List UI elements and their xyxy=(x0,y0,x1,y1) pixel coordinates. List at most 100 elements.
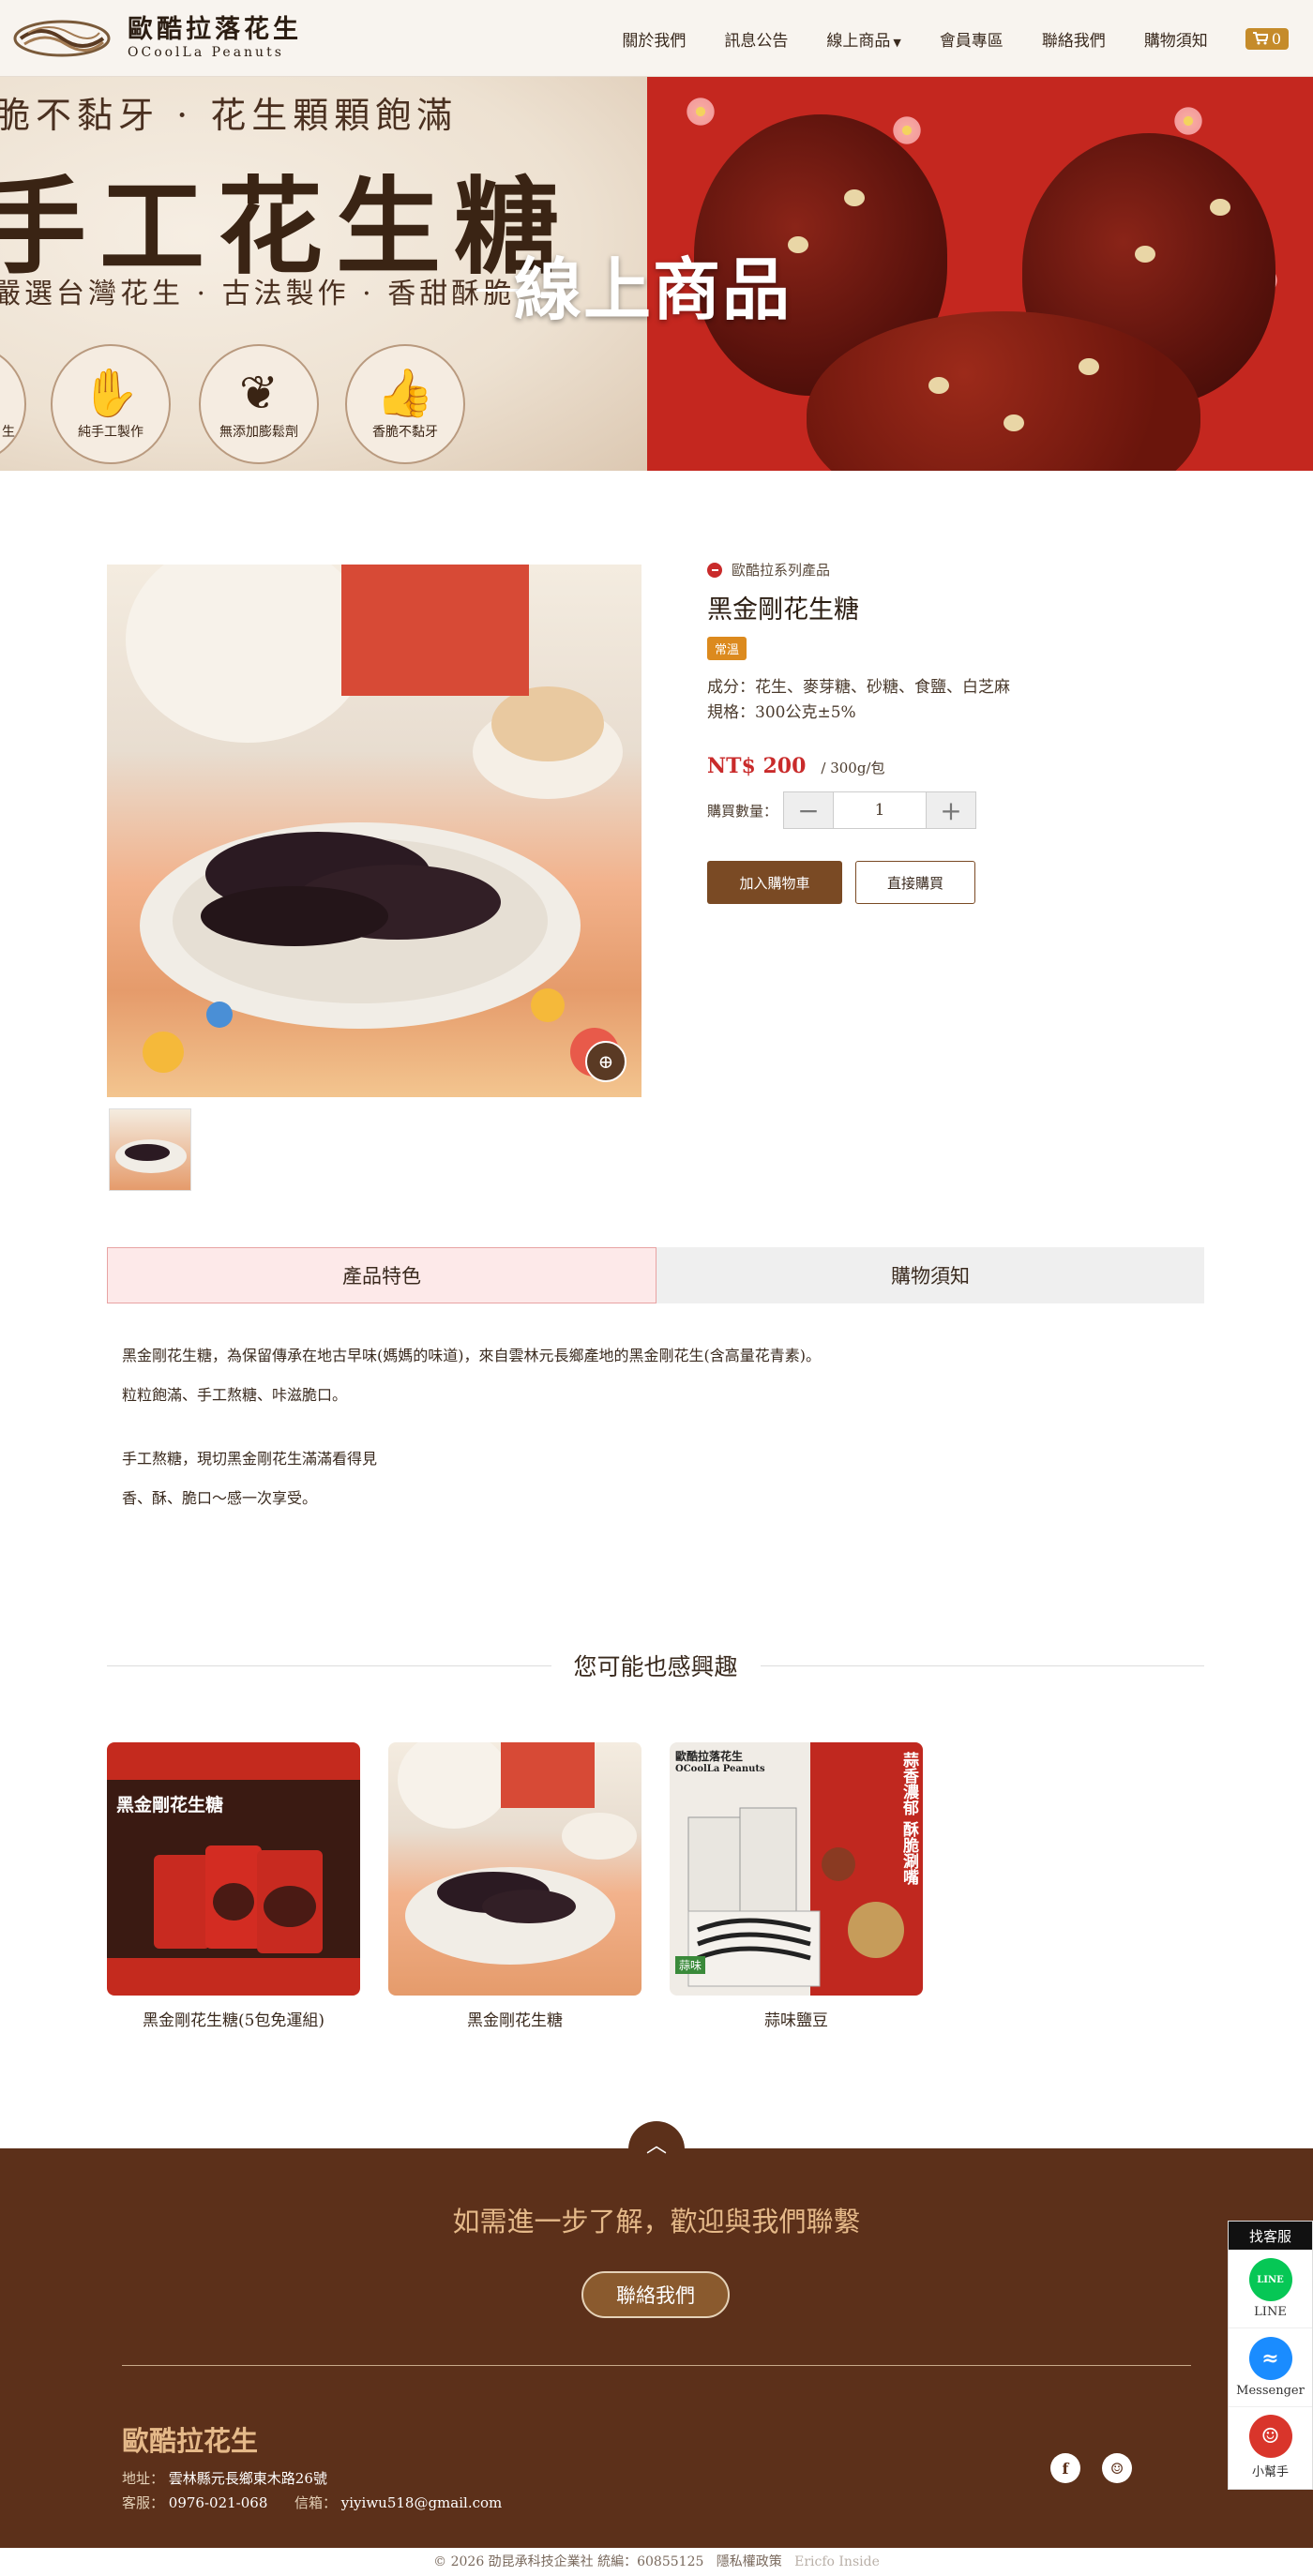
tab-shopping-notice[interactable]: 購物須知 xyxy=(656,1247,1204,1303)
logo-name-cn: 歐酷拉落花生 xyxy=(128,15,302,44)
email-value[interactable]: yiyiwu518@gmail.com xyxy=(341,2494,502,2511)
logo-name-en: OCoolLa Peanuts xyxy=(128,45,284,60)
privacy-link[interactable]: 隱私權政策 xyxy=(717,2554,782,2569)
product-main-image[interactable]: ⊕ xyxy=(107,565,641,1097)
footer-headline: 如需進一步了解，歡迎與我們聯繫 xyxy=(452,2206,861,2237)
badge-label: 純手工製作 xyxy=(78,425,143,440)
facebook-icon[interactable]: f xyxy=(1050,2453,1080,2483)
footer-company-name: 歐酷拉花生 xyxy=(122,2425,259,2457)
product-series[interactable]: 歐酷拉系列產品 xyxy=(707,560,1232,580)
add-to-cart-button[interactable]: 加入購物車 xyxy=(707,861,842,904)
series-label: 歐酷拉系列產品 xyxy=(732,562,831,579)
related-title: 您可能也感興趣 xyxy=(573,1653,738,1680)
divider xyxy=(107,1665,551,1666)
messenger-chat-button[interactable]: ≈ Messenger xyxy=(1229,2328,1312,2407)
product-title: 黑金剛花生糖 xyxy=(707,595,859,625)
widget-title: 找客服 xyxy=(1229,2222,1312,2250)
address-value: 雲林縣元長鄉東木路26號 xyxy=(168,2470,327,2487)
site-logo[interactable]: 歐酷拉落花生 OCoolLa Peanuts xyxy=(13,13,302,64)
banner-badge-crispy: 👍 香脆不黏牙 xyxy=(345,344,465,464)
main-nav: 關於我們 訊息公告 線上商品 ▼ 會員專區 聯絡我們 購物須知 0 xyxy=(583,0,1289,77)
description-line: 粒粒飽滿、手工熬糖、咔滋脆口。 xyxy=(122,1386,348,1404)
card-flavor-tag: 蒜味 xyxy=(675,1956,706,1974)
related-product-image[interactable]: 歐酷拉落花生 OCoolLa Peanuts 蒜香濃郁 酥脆涮嘴 蒜味 xyxy=(670,1742,923,1996)
chevron-up-icon[interactable]: ︿ xyxy=(628,2121,685,2177)
nav-shopping-notice[interactable]: 購物須知 xyxy=(1144,27,1208,51)
zoom-in-icon[interactable]: ⊕ xyxy=(585,1041,626,1082)
related-product-card[interactable]: 歐酷拉落花生 OCoolLa Peanuts 蒜香濃郁 酥脆涮嘴 蒜味 蒜味鹽豆 xyxy=(670,1742,923,2030)
nav-products[interactable]: 線上商品 ▼ xyxy=(826,27,900,51)
quantity-decrease-button[interactable]: − xyxy=(784,792,834,828)
description-line: 手工熬糖，現切黑金剛花生滿滿看得見 xyxy=(122,1450,378,1468)
banner-page-title: 線上商品 xyxy=(514,249,792,329)
related-product-name[interactable]: 黑金剛花生糖(5包免運組) xyxy=(107,2007,360,2030)
product-specs: 成分：花生、麥芽糖、砂糖、食鹽、白芝麻 規格：300公克±5% xyxy=(707,675,1232,726)
page: 歐酷拉落花生 OCoolLa Peanuts 關於我們 訊息公告 線上商品 ▼ 會… xyxy=(0,0,1313,2576)
cart-button[interactable]: 0 xyxy=(1245,27,1289,50)
line-label: LINE xyxy=(1254,2305,1287,2319)
tab-features[interactable]: 產品特色 xyxy=(107,1247,656,1303)
quantity-input[interactable]: 1 xyxy=(833,792,928,828)
product-spec: 規格：300公克±5% xyxy=(707,703,856,722)
product-tabs: 產品特色 購物須知 xyxy=(107,1247,1204,1303)
buy-now-button[interactable]: 直接購買 xyxy=(855,861,975,904)
description-line: 香、酥、脆口～感一次享受。 xyxy=(122,1489,318,1507)
card-slogan: 蒜香濃郁 酥脆涮嘴 xyxy=(899,1752,918,1885)
leaf-icon: ❦ xyxy=(239,366,279,420)
phone-value[interactable]: 0976-021-068 xyxy=(169,2494,268,2511)
banner-slogan: 脆不黏牙 · 花生顆顆飽滿 xyxy=(0,95,459,136)
badge-label: 香脆不黏牙 xyxy=(372,425,438,440)
phone-label: 客服： xyxy=(122,2494,165,2511)
powered-by-link[interactable]: Ericfo Inside xyxy=(794,2554,880,2569)
banner-badge-no-additive: ❦ 無添加膨鬆劑 xyxy=(199,344,319,464)
nav-products-label: 線上商品 xyxy=(826,31,891,51)
divider xyxy=(760,1665,1205,1666)
quantity-row: 購買數量： − 1 + xyxy=(707,791,1232,829)
thumbs-up-icon: 👍 xyxy=(375,366,435,420)
copyright-text: © 2026 劭昆承科技企業社 統編：60855125 xyxy=(433,2554,704,2569)
related-image-caption: 黑金剛花生糖 xyxy=(116,1795,224,1815)
related-product-image[interactable]: 黑金剛花生糖 xyxy=(107,1742,360,1996)
customer-service-widget: 找客服 LINE LINE ≈ Messenger ☺ 小幫手 xyxy=(1228,2221,1313,2490)
nav-news[interactable]: 訊息公告 xyxy=(724,27,788,51)
email-label: 信箱： xyxy=(294,2494,337,2511)
footer-contact-info: 地址： 雲林縣元長鄉東木路26號 客服： 0976-021-068 信箱： yi… xyxy=(122,2466,502,2515)
nav-contact[interactable]: 聯絡我們 xyxy=(1042,27,1106,51)
line-chat-button[interactable]: LINE LINE xyxy=(1229,2250,1312,2328)
cart-icon xyxy=(1252,32,1268,45)
related-product-card[interactable]: 黑金剛花生糖 xyxy=(388,1742,641,2030)
description-line: 黑金剛花生糖，為保留傳承在地古早味(媽媽的味道)，來自雲林元長鄉產地的黑金剛花生… xyxy=(122,1347,821,1364)
nav-member[interactable]: 會員專區 xyxy=(940,27,1004,51)
messenger-icon: ≈ xyxy=(1248,2337,1292,2380)
footer-divider xyxy=(122,2365,1191,2366)
cart-count: 0 xyxy=(1271,29,1281,48)
quantity-stepper: − 1 + xyxy=(783,791,977,829)
price-row: NT$ 200 / 300g/包 xyxy=(707,754,1232,778)
product-thumbnail[interactable] xyxy=(109,1108,191,1191)
related-product-image[interactable] xyxy=(388,1742,641,1996)
quantity-label: 購買數量： xyxy=(707,802,778,820)
related-heading: 您可能也感興趣 xyxy=(107,1647,1205,1684)
card-brand: 歐酷拉落花生 OCoolLa Peanuts xyxy=(675,1750,765,1774)
product-price: NT$ 200 xyxy=(707,754,807,778)
related-product-card[interactable]: 黑金剛花生糖 黑金剛花生糖(5包免運組) xyxy=(107,1742,360,2030)
related-product-name[interactable]: 黑金剛花生糖 xyxy=(388,2007,641,2030)
quantity-increase-button[interactable]: + xyxy=(927,792,976,828)
assistant-button[interactable]: ☺ 小幫手 xyxy=(1229,2407,1312,2486)
banner-subtitle: 嚴選台灣花生 · 古法製作 · 香甜酥脆 xyxy=(0,278,516,310)
minus-circle-icon xyxy=(707,562,722,578)
related-product-name[interactable]: 蒜味鹽豆 xyxy=(670,2007,923,2030)
assistant-label: 小幫手 xyxy=(1251,2464,1289,2479)
banner-badge-handmade: ✋ 純手工製作 xyxy=(51,344,171,464)
peanut-logo-icon xyxy=(13,20,111,57)
messenger-label: Messenger xyxy=(1236,2384,1305,2398)
chevron-down-icon: ▼ xyxy=(893,36,901,49)
line-icon[interactable]: ☺ xyxy=(1102,2453,1132,2483)
copyright-bar: © 2026 劭昆承科技企業社 統編：60855125 隱私權政策 Ericfo… xyxy=(0,2548,1313,2576)
hero-banner: 脆不黏牙 · 花生顆顆飽滿 手工花生糖 嚴選台灣花生 · 古法製作 · 香甜酥脆… xyxy=(0,77,1313,471)
site-header: 歐酷拉落花生 OCoolLa Peanuts 關於我們 訊息公告 線上商品 ▼ 會… xyxy=(0,0,1313,77)
robot-icon: ☺ xyxy=(1248,2414,1292,2458)
nav-about[interactable]: 關於我們 xyxy=(622,27,686,51)
contact-us-button[interactable]: 聯絡我們 xyxy=(581,2271,730,2318)
address-label: 地址： xyxy=(122,2470,165,2487)
